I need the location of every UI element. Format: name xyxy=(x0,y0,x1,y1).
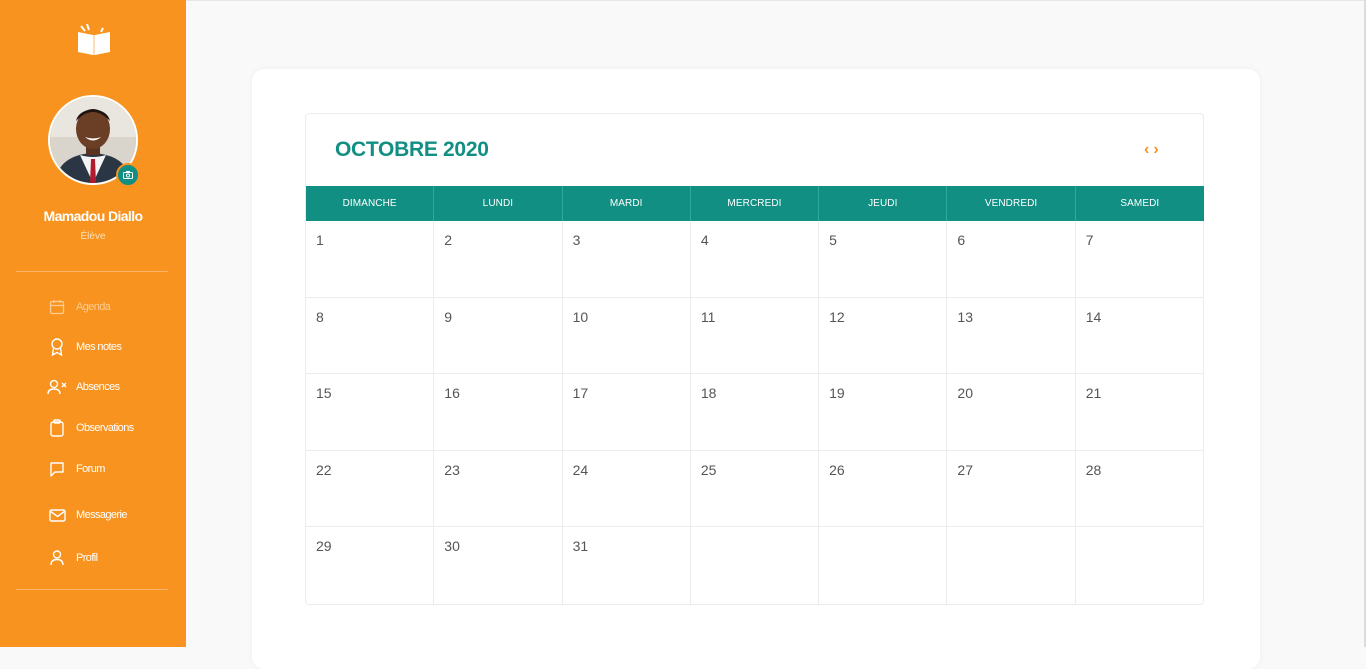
calendar-day-cell[interactable]: 9 xyxy=(434,297,563,375)
weekday-header-cell: JEUDI xyxy=(819,186,948,221)
calendar-day-cell[interactable]: 5 xyxy=(819,221,948,298)
sidebar: Mamadou Diallo Élève Agenda Mes notes Ab… xyxy=(0,0,186,647)
calendar-day-cell[interactable]: 25 xyxy=(690,450,820,528)
month-navigation: ‹ › xyxy=(1143,142,1160,158)
calendar-day-cell[interactable]: 18 xyxy=(690,374,820,451)
sidebar-divider xyxy=(16,589,168,590)
sidebar-item-label: Agenda xyxy=(76,301,111,313)
user-role: Élève xyxy=(80,231,106,242)
sidebar-item-mes-notes[interactable]: Mes notes xyxy=(47,335,122,359)
calendar-day-cell[interactable]: 29 xyxy=(306,527,435,604)
weekday-header-cell: DIMANCHE xyxy=(306,186,435,221)
calendar-day-cell[interactable]: 22 xyxy=(306,450,435,528)
sidebar-item-label: Messagerie xyxy=(76,509,127,521)
calendar-day-cell[interactable]: 12 xyxy=(819,297,948,375)
weekday-header-cell: VENDREDI xyxy=(947,186,1076,221)
mail-icon xyxy=(47,506,67,524)
calendar-day-cell[interactable]: 6 xyxy=(947,221,1076,298)
sidebar-divider xyxy=(16,271,168,272)
calendar-day-cell[interactable]: 16 xyxy=(434,374,563,451)
next-month-button[interactable]: › xyxy=(1152,142,1159,158)
calendar-day-cell[interactable]: 19 xyxy=(819,374,948,451)
weekday-header-cell: MERCREDI xyxy=(691,186,820,221)
calendar-grid: 1 2 3 4 5 6 7 8 9 10 11 12 13 14 15 16 17 18 19 20 21 22 23 24 2… xyxy=(306,221,1204,604)
calendar-day-cell[interactable]: 10 xyxy=(562,297,691,375)
calendar-day-cell[interactable]: 8 xyxy=(306,297,435,375)
sidebar-item-label: Profil xyxy=(76,552,98,564)
calendar-day-cell[interactable]: 24 xyxy=(562,450,691,528)
sidebar-item-absences[interactable]: Absences xyxy=(47,375,120,399)
calendar-day-cell[interactable]: 31 xyxy=(563,527,691,604)
calendar-day-cell[interactable]: 4 xyxy=(690,221,820,298)
sidebar-item-label: Forum xyxy=(76,463,105,475)
calendar-day-cell[interactable]: 11 xyxy=(690,297,820,375)
calendar-title: OCTOBRE 2020 xyxy=(335,138,489,161)
weekday-header-cell: LUNDI xyxy=(434,186,563,221)
top-border xyxy=(186,0,1366,1)
calendar-empty-cell xyxy=(947,527,1076,604)
calendar-empty-cell xyxy=(819,527,948,604)
calendar-day-cell[interactable]: 28 xyxy=(1075,451,1204,528)
sidebar-item-profil[interactable]: Profil xyxy=(47,546,98,570)
avatar-container xyxy=(48,95,140,187)
calendar-day-cell[interactable]: 20 xyxy=(947,374,1076,451)
calendar-day-cell[interactable]: 15 xyxy=(306,374,435,451)
calendar-icon xyxy=(47,298,67,316)
calendar-day-cell[interactable]: 26 xyxy=(819,450,948,528)
sidebar-item-agenda[interactable]: Agenda xyxy=(47,295,111,319)
calendar-day-cell[interactable]: 7 xyxy=(1075,221,1204,298)
calendar-day-cell[interactable]: 1 xyxy=(306,221,435,298)
weekday-header: DIMANCHE LUNDI MARDI MERCREDI JEUDI VEND… xyxy=(306,186,1204,221)
weekday-header-cell: SAMEDI xyxy=(1120,198,1160,209)
calendar-day-cell[interactable]: 14 xyxy=(1075,298,1204,375)
user-name: Mamadou Diallo xyxy=(43,208,144,224)
camera-icon xyxy=(123,166,133,184)
weekday-header-cell: MARDI xyxy=(563,186,691,221)
sidebar-item-messagerie[interactable]: Messagerie xyxy=(47,503,127,527)
calendar-day-cell[interactable]: 23 xyxy=(434,450,563,528)
calendar-day-cell[interactable]: 17 xyxy=(562,374,691,451)
sidebar-item-label: Absences xyxy=(76,381,120,393)
change-photo-button[interactable] xyxy=(116,163,140,187)
calendar-day-cell[interactable]: 13 xyxy=(947,297,1076,375)
calendar-day-cell[interactable]: 3 xyxy=(562,221,691,298)
calendar-day-cell[interactable]: 2 xyxy=(434,221,563,298)
calendar-day-cell[interactable]: 30 xyxy=(434,527,563,604)
chat-icon xyxy=(47,460,67,478)
clipboard-icon xyxy=(47,419,67,437)
user-x-icon xyxy=(47,378,67,396)
award-icon xyxy=(47,338,67,356)
calendar-empty-cell xyxy=(691,527,820,604)
calendar-day-cell[interactable]: 27 xyxy=(947,450,1076,528)
sidebar-item-observations[interactable]: Observations xyxy=(47,416,134,440)
calendar-day-cell[interactable]: 21 xyxy=(1075,374,1204,451)
calendar-empty-cell xyxy=(1076,527,1204,604)
sidebar-item-label: Mes notes xyxy=(76,341,122,353)
user-icon xyxy=(47,549,67,567)
sidebar-item-forum[interactable]: Forum xyxy=(47,457,105,481)
open-book-logo-icon[interactable] xyxy=(75,23,113,58)
previous-month-button[interactable]: ‹ xyxy=(1143,142,1150,158)
sidebar-item-label: Observations xyxy=(76,422,134,434)
